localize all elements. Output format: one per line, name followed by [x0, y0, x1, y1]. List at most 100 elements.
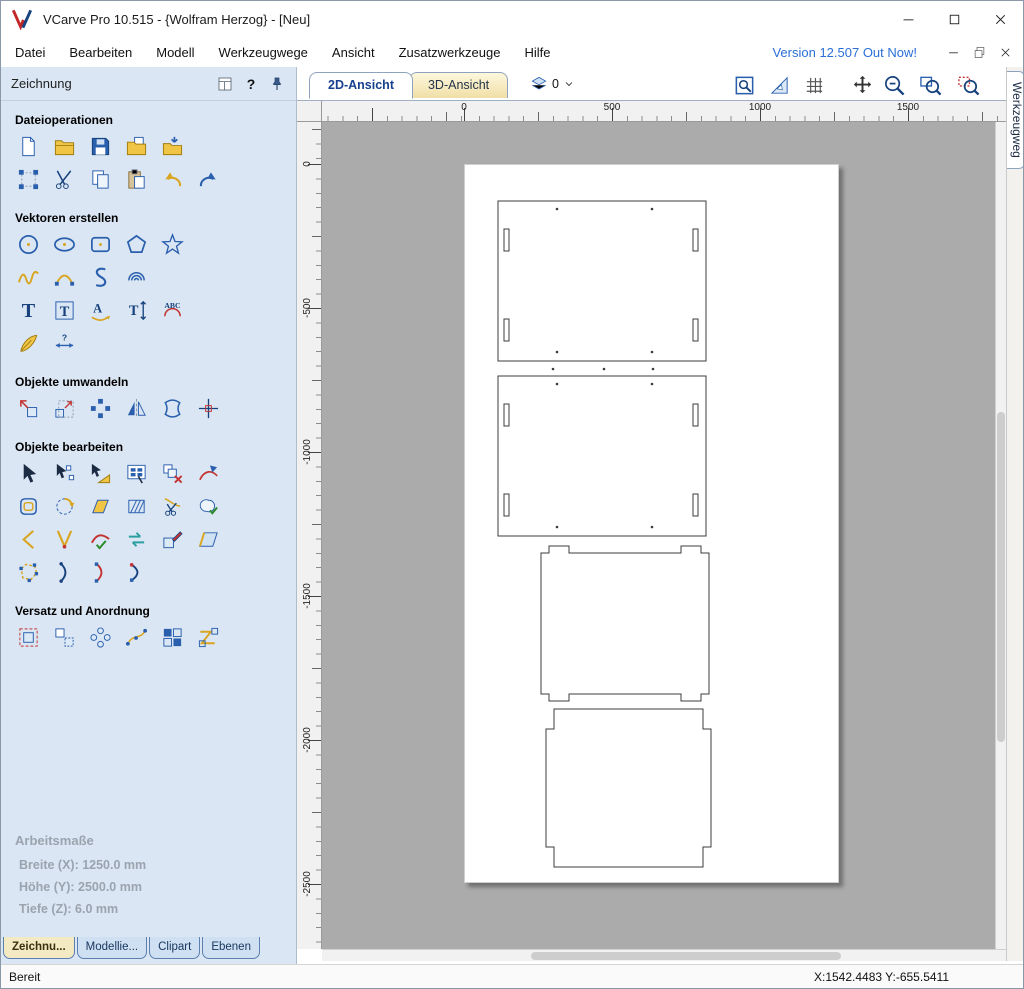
vertical-scrollbar-thumb[interactable] — [997, 412, 1005, 742]
open-file-icon[interactable] — [123, 133, 150, 160]
save-icon[interactable] — [87, 133, 114, 160]
menu-item-zusatzwerkzeuge[interactable]: Zusatzwerkzeuge — [399, 45, 501, 60]
textbox-tool-icon[interactable]: T — [51, 297, 78, 324]
fit-curves-icon[interactable] — [195, 460, 222, 487]
freehand-tool-icon[interactable] — [15, 264, 42, 291]
offset-vectors-icon[interactable] — [15, 493, 42, 520]
arc-node-1-icon[interactable] — [51, 559, 78, 586]
ellipse-tool-icon[interactable] — [51, 231, 78, 258]
grid-select-icon[interactable] — [123, 460, 150, 487]
toolpath-panel-tab[interactable]: Werkzeugweg — [1007, 71, 1024, 169]
doc-close-icon[interactable] — [995, 42, 1015, 62]
zoom-window-icon[interactable] — [917, 72, 943, 98]
curve-fit-check-icon[interactable] — [87, 526, 114, 553]
trim-vectors-icon[interactable] — [159, 493, 186, 520]
sketch-tool-icon[interactable] — [15, 330, 42, 357]
folder-open-icon[interactable] — [51, 133, 78, 160]
drawing-canvas[interactable] — [322, 122, 1006, 949]
position-tool-icon[interactable] — [195, 395, 222, 422]
star-tool-icon[interactable] — [159, 231, 186, 258]
horizontal-ruler: 050010001500 — [322, 101, 1006, 122]
menu-item-hilfe[interactable]: Hilfe — [524, 45, 550, 60]
bezier-tool-icon[interactable] — [87, 264, 114, 291]
zoom-selection-icon[interactable] — [955, 72, 981, 98]
grid-copy-icon[interactable] — [159, 624, 186, 651]
slant-vectors-icon[interactable] — [87, 493, 114, 520]
fillet-edit-icon[interactable] — [159, 526, 186, 553]
svg-text:T: T — [129, 303, 139, 319]
maximize-icon[interactable] — [931, 1, 977, 37]
menu-item-datei[interactable]: Datei — [15, 45, 45, 60]
panel-layout-icon[interactable] — [216, 75, 234, 93]
node-edit-icon[interactable] — [51, 460, 78, 487]
rect-tool-icon[interactable] — [87, 231, 114, 258]
texture-tool-icon[interactable] — [123, 264, 150, 291]
paste-icon[interactable] — [123, 166, 150, 193]
hatch-vectors-icon[interactable] — [123, 493, 150, 520]
arc-fit-icon[interactable] — [15, 526, 42, 553]
redo-icon[interactable] — [195, 166, 222, 193]
help-icon[interactable]: ? — [242, 75, 260, 93]
corner-sharp-icon[interactable] — [51, 526, 78, 553]
menu-item-modell[interactable]: Modell — [156, 45, 194, 60]
arc-node-3-icon[interactable] — [123, 559, 150, 586]
vertical-scrollbar[interactable] — [995, 122, 1006, 949]
panel-tab-2[interactable]: Clipart — [149, 937, 200, 959]
align-tool-icon[interactable] — [87, 395, 114, 422]
horizontal-scrollbar[interactable] — [322, 949, 1006, 961]
text-arc-tool-icon[interactable]: ABC — [159, 297, 186, 324]
job-setup-icon[interactable] — [15, 166, 42, 193]
text-path-tool-icon[interactable]: A — [87, 297, 114, 324]
circular-copy-icon[interactable] — [87, 624, 114, 651]
layer-dropdown[interactable]: 0 — [529, 74, 576, 94]
panel-tab-1[interactable]: Modellie... — [77, 937, 147, 959]
pan-tool-icon[interactable] — [849, 72, 875, 98]
arc-tool-icon[interactable] — [51, 264, 78, 291]
distort-tool-icon[interactable] — [159, 395, 186, 422]
copy-along-icon[interactable] — [51, 624, 78, 651]
copy-icon[interactable] — [87, 166, 114, 193]
lasso-polygon-icon[interactable] — [15, 559, 42, 586]
mirror-tool-icon[interactable] — [123, 395, 150, 422]
select-cursor-icon[interactable] — [15, 460, 42, 487]
circle-tool-icon[interactable] — [15, 231, 42, 258]
snap-ruler-icon[interactable] — [766, 72, 792, 98]
offset-selection-icon[interactable] — [15, 624, 42, 651]
move-tool-icon[interactable] — [15, 395, 42, 422]
undo-icon[interactable] — [159, 166, 186, 193]
scale-tool-icon[interactable] — [51, 395, 78, 422]
rotate-array-icon[interactable] — [51, 493, 78, 520]
tab-3d-view[interactable]: 3D-Ansicht — [409, 72, 508, 98]
zoom-out-icon[interactable] — [881, 72, 907, 98]
close-icon[interactable] — [977, 1, 1023, 37]
weld-vectors-icon[interactable] — [195, 493, 222, 520]
cut-icon[interactable] — [51, 166, 78, 193]
doc-minimize-icon[interactable] — [943, 42, 963, 62]
text-tool-icon[interactable]: T — [15, 297, 42, 324]
path-copy-icon[interactable] — [123, 624, 150, 651]
horizontal-scrollbar-thumb[interactable] — [531, 952, 841, 960]
panel-tab-0[interactable]: Zeichnu... — [3, 937, 75, 959]
file-new-icon[interactable] — [15, 133, 42, 160]
menu-item-bearbeiten[interactable]: Bearbeiten — [69, 45, 132, 60]
doc-restore-icon[interactable] — [969, 42, 989, 62]
tab-2d-view[interactable]: 2D-Ansicht — [309, 72, 413, 99]
minimize-icon[interactable] — [885, 1, 931, 37]
arc-node-2-icon[interactable] — [87, 559, 114, 586]
nesting-icon[interactable] — [195, 624, 222, 651]
panel-tab-3[interactable]: Ebenen — [202, 937, 260, 959]
chamfer-edit-icon[interactable] — [195, 526, 222, 553]
polygon-tool-icon[interactable] — [123, 231, 150, 258]
text-spacing-tool-icon[interactable]: T — [123, 297, 150, 324]
menu-item-ansicht[interactable]: Ansicht — [332, 45, 375, 60]
version-update-link[interactable]: Version 12.507 Out Now! — [772, 45, 917, 60]
pin-icon[interactable] — [268, 75, 286, 93]
delete-duplicates-icon[interactable] — [159, 460, 186, 487]
dimension-tool-icon[interactable]: ? — [51, 330, 78, 357]
zoom-extents-icon[interactable] — [731, 72, 757, 98]
import-file-icon[interactable] — [159, 133, 186, 160]
grid-toggle-icon[interactable] — [801, 72, 827, 98]
reverse-direction-icon[interactable] — [123, 526, 150, 553]
menu-item-werkzeugwege[interactable]: Werkzeugwege — [219, 45, 308, 60]
measure-cursor-icon[interactable] — [87, 460, 114, 487]
